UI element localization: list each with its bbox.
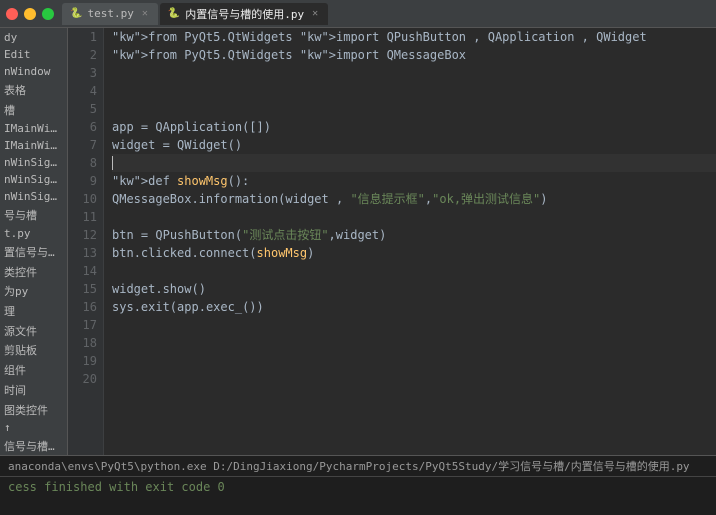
close-btn[interactable] [6, 8, 18, 20]
sidebar-item-tables[interactable]: 表格 [0, 79, 67, 99]
tab-label: 内置信号与槽的使用.py [185, 6, 304, 22]
sidebar-item-project[interactable]: dy [0, 28, 67, 45]
line-number-4: 4 [68, 82, 97, 100]
tab-close-icon[interactable]: ✕ [142, 8, 148, 19]
code-line-6: app = QApplication([]) [112, 118, 716, 136]
sidebar-item-clipboard[interactable]: 剪贴板 [0, 339, 67, 359]
code-line-10: QMessageBox.information(widget , "信息提示框"… [112, 190, 716, 208]
sidebar-item-edit[interactable]: Edit [0, 45, 67, 62]
line-number-16: 16 [68, 298, 97, 316]
line-number-13: 13 [68, 244, 97, 262]
line-number-10: 10 [68, 190, 97, 208]
tab-signals[interactable]: 🐍 内置信号与槽的使用.py ✕ [160, 3, 328, 25]
line-number-11: 11 [68, 208, 97, 226]
run-path: anaconda\envs\PyQt5\python.exe D:/DingJi… [0, 456, 716, 477]
sidebar-item-signal6[interactable]: 号与槽 [0, 204, 67, 224]
line-number-19: 19 [68, 352, 97, 370]
code-line-15: widget.show() [112, 280, 716, 298]
run-output: cess finished with exit code 0 [0, 477, 716, 515]
tab-bar: 🐍 test.py ✕🐍 内置信号与槽的使用.py ✕ [62, 3, 710, 25]
line-number-3: 3 [68, 64, 97, 82]
tab-close-icon[interactable]: ✕ [312, 8, 318, 19]
sidebar-item-source[interactable]: 源文件 [0, 320, 67, 340]
sidebar-item-signal4[interactable]: nWinSignalSlc [0, 170, 67, 187]
code-line-14 [112, 262, 716, 280]
line-number-18: 18 [68, 334, 97, 352]
code-line-12: btn = QPushButton("测试点击按钮",widget) [112, 226, 716, 244]
code-line-7: widget = QWidget() [112, 136, 716, 154]
line-number-9: 9 [68, 172, 97, 190]
line-number-17: 17 [68, 316, 97, 334]
tab-label: test.py [87, 7, 133, 20]
line-number-6: 6 [68, 118, 97, 136]
sidebar-item-manage[interactable]: 理 [0, 300, 67, 320]
line-number-5: 5 [68, 100, 97, 118]
line-number-12: 12 [68, 226, 97, 244]
code-line-2: "kw">from PyQt5.QtWidgets "kw">import QM… [112, 46, 716, 64]
sidebar-item-forpy[interactable]: 为py [0, 280, 67, 300]
line-numbers: 1234567891011121314151617181920 [68, 28, 104, 455]
code-line-20 [112, 370, 716, 388]
code-line-17 [112, 316, 716, 334]
code-editor[interactable]: 1234567891011121314151617181920 "kw">fro… [68, 28, 716, 455]
line-number-15: 15 [68, 280, 97, 298]
code-area: 1234567891011121314151617181920 "kw">fro… [68, 28, 716, 455]
line-number-7: 7 [68, 136, 97, 154]
sidebar-item-signal1[interactable]: IMainWinSigna [0, 119, 67, 136]
tab-test[interactable]: 🐍 test.py ✕ [62, 3, 158, 25]
window-controls [6, 8, 54, 20]
text-cursor [112, 156, 113, 170]
sidebar-item-view[interactable]: nWindow [0, 62, 67, 79]
code-line-19 [112, 352, 716, 370]
sidebar-item-types[interactable]: 类控件 [0, 261, 67, 281]
sidebar-item-signal5[interactable]: nWinSignalSlc [0, 187, 67, 204]
py-file-icon: 🐍 [168, 8, 180, 19]
code-line-1: "kw">from PyQt5.QtWidgets "kw">import QP… [112, 28, 716, 46]
sidebar-item-files[interactable]: 组件 [0, 359, 67, 379]
code-line-18 [112, 334, 716, 352]
code-lines[interactable]: "kw">from PyQt5.QtWidgets "kw">import QP… [104, 28, 716, 455]
sidebar-item-testpy[interactable]: t.py [0, 224, 67, 241]
sidebar: dyEditnWindow表格槽IMainWinSignaIMainWinSig… [0, 28, 68, 455]
sidebar-item-slots[interactable]: 槽 [0, 99, 67, 119]
code-line-11 [112, 208, 716, 226]
sidebar-item-arrow[interactable]: ↑ [0, 418, 67, 435]
main-layout: dyEditnWindow表格槽IMainWinSignaIMainWinSig… [0, 28, 716, 455]
bottom-panel: anaconda\envs\PyQt5\python.exe D:/DingJi… [0, 455, 716, 515]
sidebar-item-figure[interactable]: 图类控件 [0, 399, 67, 419]
line-number-1: 1 [68, 28, 97, 46]
code-line-13: btn.clicked.connect(showMsg) [112, 244, 716, 262]
sidebar-item-signal3[interactable]: nWinSignalSlc [0, 153, 67, 170]
minimize-btn[interactable] [24, 8, 36, 20]
sidebar-item-signaluse[interactable]: 置信号与槽的使用 [0, 241, 67, 261]
sidebar-item-signal2[interactable]: IMainWinSigna [0, 136, 67, 153]
line-number-8: 8 [68, 154, 97, 172]
line-number-14: 14 [68, 262, 97, 280]
title-bar: 🐍 test.py ✕🐍 内置信号与槽的使用.py ✕ [0, 0, 716, 28]
code-line-3 [112, 64, 716, 82]
output-text: cess finished with exit code 0 [8, 480, 225, 494]
code-line-8 [112, 154, 716, 172]
sidebar-item-signalbottom[interactable]: 信号与槽的使用 [0, 435, 67, 455]
py-file-icon: 🐍 [70, 8, 82, 19]
sidebar-item-time[interactable]: 时间 [0, 379, 67, 399]
code-line-5 [112, 100, 716, 118]
code-line-16: sys.exit(app.exec_()) [112, 298, 716, 316]
code-line-4 [112, 82, 716, 100]
code-line-9: "kw">def showMsg(): [112, 172, 716, 190]
line-number-20: 20 [68, 370, 97, 388]
line-number-2: 2 [68, 46, 97, 64]
maximize-btn[interactable] [42, 8, 54, 20]
